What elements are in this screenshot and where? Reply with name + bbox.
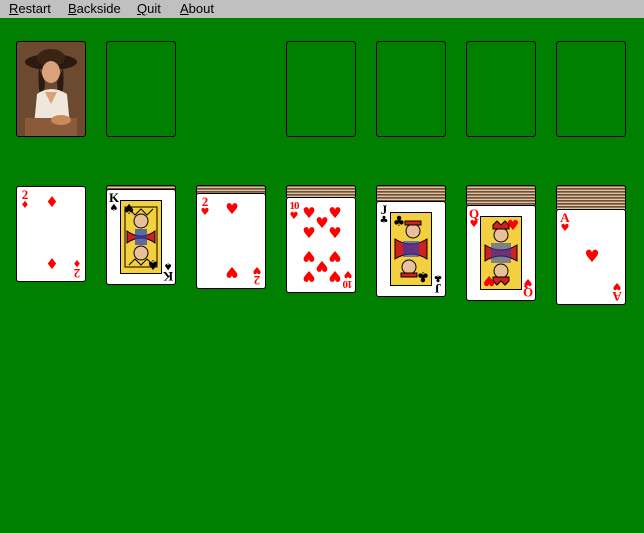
tableau-card-1[interactable]: 2 ♦ ♦ ♦ 2 ♦ — [16, 186, 86, 282]
card-rank: A — [612, 289, 622, 304]
heart-icon: ♥ — [302, 267, 316, 285]
card-corner-bottom: A ♥ — [611, 280, 623, 304]
tableau-card-2[interactable]: K ♠ ♠ ♠ K ♠ — [106, 189, 176, 285]
card-corner-bottom: 2 ♦ — [71, 257, 83, 281]
heart-icon: ♥ — [506, 218, 520, 234]
waste-slot[interactable] — [106, 41, 176, 137]
card-corner-bottom: J ♣ — [432, 272, 444, 296]
card-rank: Q — [522, 285, 534, 300]
card-corner-top: 2 ♥ — [199, 195, 211, 218]
heart-icon: ♥ — [482, 272, 496, 288]
tableau-facedown-stack-4 — [286, 185, 356, 197]
heart-icon: ♥ — [469, 219, 479, 230]
heart-icon: ♥ — [225, 263, 239, 281]
diamond-icon: ♦ — [20, 200, 30, 211]
card-corner-top: J ♣ — [378, 203, 390, 226]
foundation-slot-4[interactable] — [556, 41, 626, 137]
diamond-icon: ♦ — [72, 257, 82, 268]
heart-icon: ♥ — [225, 200, 239, 218]
tableau-facedown-stack-5 — [376, 185, 446, 201]
card-corner-bottom: 10 ♥ — [342, 268, 354, 290]
card-corner-top: 2 ♦ — [19, 188, 31, 211]
club-icon: ♣ — [433, 272, 443, 283]
menu-bar: Restart Backside Quit About — [0, 0, 644, 18]
heart-icon: ♥ — [328, 267, 342, 285]
card-rank: 2 — [73, 266, 81, 281]
card-rank: 10 — [343, 278, 353, 290]
card-corner-top: Q ♥ — [468, 207, 480, 230]
tableau-card-4[interactable]: 10 ♥ ♥ ♥ ♥ ♥ ♥ ♥ ♥ ♥ ♥ ♥ 10 ♥ — [286, 197, 356, 293]
menu-quit-accelerator: Q — [137, 1, 148, 16]
card-corner-top: K ♠ — [108, 191, 120, 214]
heart-icon: ♥ — [302, 224, 316, 242]
menu-backside-accelerator: B — [68, 1, 77, 16]
card-corner-top: 10 ♥ — [288, 200, 300, 222]
heart-icon: ♥ — [252, 264, 262, 275]
tableau-facedown-stack-6 — [466, 185, 536, 205]
diamond-icon: ♦ — [45, 255, 59, 273]
tableau-facedown-stack-7 — [556, 185, 626, 209]
card-rank: 2 — [253, 273, 261, 288]
card-rank: K — [162, 269, 174, 284]
tableau-card-6[interactable]: Q ♥ ♥ ♥ Q ♥ — [466, 205, 536, 301]
foundation-slot-3[interactable] — [466, 41, 536, 137]
card-corner-top: A ♥ — [559, 211, 571, 234]
card-back-photo — [17, 42, 85, 136]
club-icon: ♣ — [392, 214, 406, 230]
spade-icon: ♠ — [122, 202, 136, 218]
heart-icon: ♥ — [289, 211, 299, 222]
heart-icon: ♥ — [584, 247, 600, 267]
heart-icon: ♥ — [560, 223, 570, 234]
spade-icon: ♠ — [109, 203, 119, 214]
heart-icon: ♥ — [328, 224, 342, 242]
menu-about-label: bout — [188, 1, 214, 16]
tableau-card-7[interactable]: A ♥ ♥ A ♥ — [556, 209, 626, 305]
foundation-slot-1[interactable] — [286, 41, 356, 137]
menu-backside-label: ackside — [76, 1, 121, 16]
tableau-card-5[interactable]: J ♣ ♣ ♣ J ♣ — [376, 201, 446, 297]
menu-quit-label: uit — [147, 1, 161, 16]
queen-face-art: ♥ ♥ — [480, 216, 522, 290]
jack-face-art: ♣ ♣ — [390, 212, 432, 286]
heart-icon: ♥ — [343, 268, 353, 279]
menu-restart[interactable]: Restart — [9, 2, 51, 16]
menu-about-accelerator: A — [180, 1, 189, 16]
card-rank: J — [434, 281, 442, 296]
diamond-icon: ♦ — [45, 193, 59, 211]
menu-backside[interactable]: Backside — [68, 2, 121, 16]
menu-restart-label: estart — [18, 1, 51, 16]
tableau-card-3[interactable]: 2 ♥ ♥ ♥ 2 ♥ — [196, 193, 266, 289]
card-corner-bottom: 2 ♥ — [251, 264, 263, 288]
card-corner-bottom: K ♠ — [162, 260, 174, 284]
spade-icon: ♠ — [146, 256, 160, 272]
foundation-slot-2[interactable] — [376, 41, 446, 137]
menu-quit[interactable]: Quit — [137, 2, 161, 16]
club-icon: ♣ — [416, 268, 430, 284]
menu-about[interactable]: About — [180, 2, 214, 16]
menu-restart-accelerator: R — [9, 1, 19, 16]
card-corner-bottom: Q ♥ — [522, 276, 534, 300]
club-icon: ♣ — [379, 215, 389, 226]
stock-pile[interactable] — [16, 41, 86, 137]
heart-icon: ♥ — [200, 207, 210, 218]
king-face-art: ♠ ♠ — [120, 200, 162, 274]
